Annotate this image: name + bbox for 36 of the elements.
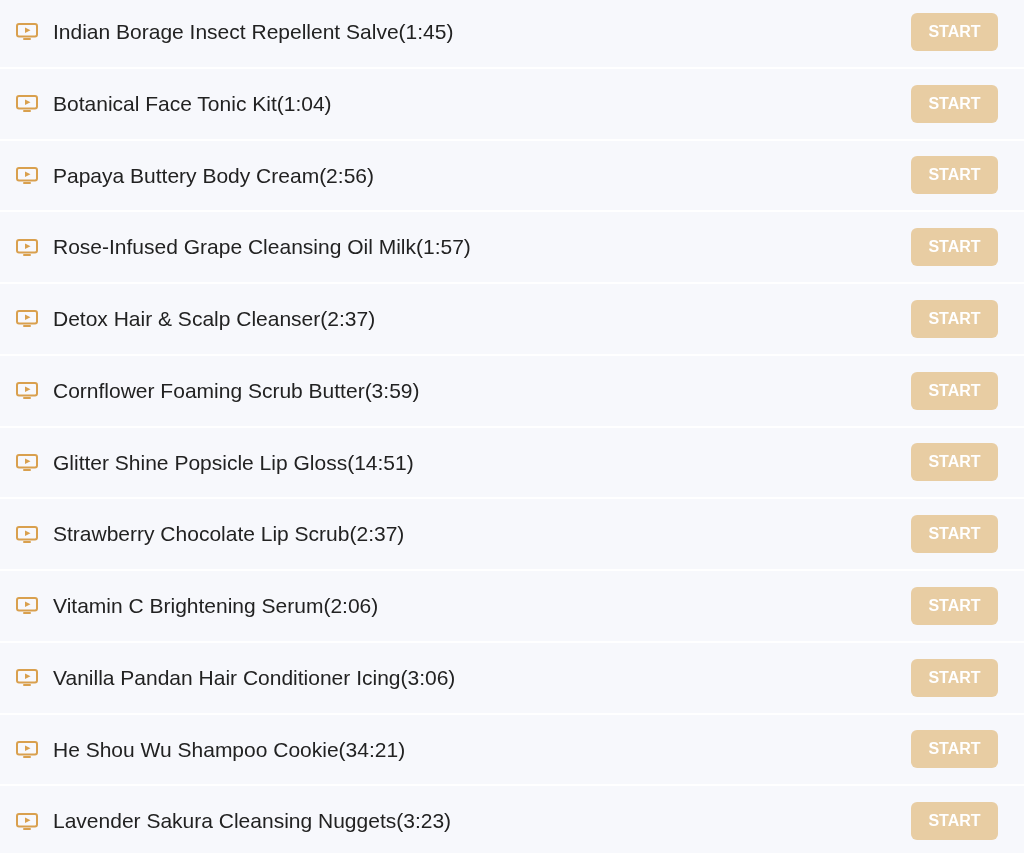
lesson-title: Vanilla Pandan Hair Conditioner Icing(3:06) bbox=[53, 664, 456, 691]
video-icon bbox=[16, 238, 38, 256]
lesson-title: Papaya Buttery Body Cream(2:56) bbox=[53, 162, 374, 189]
lesson-title: Vitamin C Brightening Serum(2:06) bbox=[53, 593, 379, 620]
video-icon bbox=[16, 382, 38, 400]
lesson-title: Indian Borage Insect Repellent Salve(1:45) bbox=[53, 19, 454, 46]
lesson-title: Lavender Sakura Cleansing Nuggets(3:23) bbox=[53, 808, 452, 835]
video-icon bbox=[16, 310, 38, 328]
video-icon bbox=[16, 740, 38, 758]
video-icon bbox=[16, 669, 38, 687]
start-button[interactable]: START bbox=[911, 802, 998, 841]
video-icon bbox=[16, 812, 38, 830]
lesson-title: Cornflower Foaming Scrub Butter(3:59) bbox=[53, 377, 420, 404]
lesson-title: Glitter Shine Popsicle Lip Gloss(14:51) bbox=[53, 449, 414, 476]
start-button[interactable]: START bbox=[911, 586, 998, 625]
video-icon bbox=[16, 23, 38, 41]
video-icon bbox=[16, 525, 38, 543]
start-button[interactable]: START bbox=[911, 371, 998, 410]
video-icon bbox=[16, 453, 38, 471]
start-button[interactable]: START bbox=[911, 443, 998, 482]
start-button[interactable]: START bbox=[911, 730, 998, 769]
lesson-title: Detox Hair & Scalp Cleanser(2:37) bbox=[53, 306, 376, 333]
start-button[interactable]: START bbox=[911, 658, 998, 697]
start-button[interactable]: START bbox=[911, 299, 998, 338]
start-button[interactable]: START bbox=[911, 156, 998, 195]
lesson-title: Strawberry Chocolate Lip Scrub(2:37) bbox=[53, 521, 405, 548]
lesson-title: Rose-Infused Grape Cleansing Oil Milk(1:57) bbox=[53, 234, 471, 261]
start-button[interactable]: START bbox=[911, 228, 998, 267]
start-button[interactable]: START bbox=[911, 12, 998, 51]
video-icon bbox=[16, 166, 38, 184]
lesson-title: He Shou Wu Shampoo Cookie(34:21) bbox=[53, 736, 406, 763]
start-button[interactable]: START bbox=[911, 515, 998, 554]
start-button[interactable]: START bbox=[911, 84, 998, 123]
lesson-title: Botanical Face Tonic Kit(1:04) bbox=[53, 90, 332, 117]
video-icon bbox=[16, 95, 38, 113]
video-icon bbox=[16, 597, 38, 615]
